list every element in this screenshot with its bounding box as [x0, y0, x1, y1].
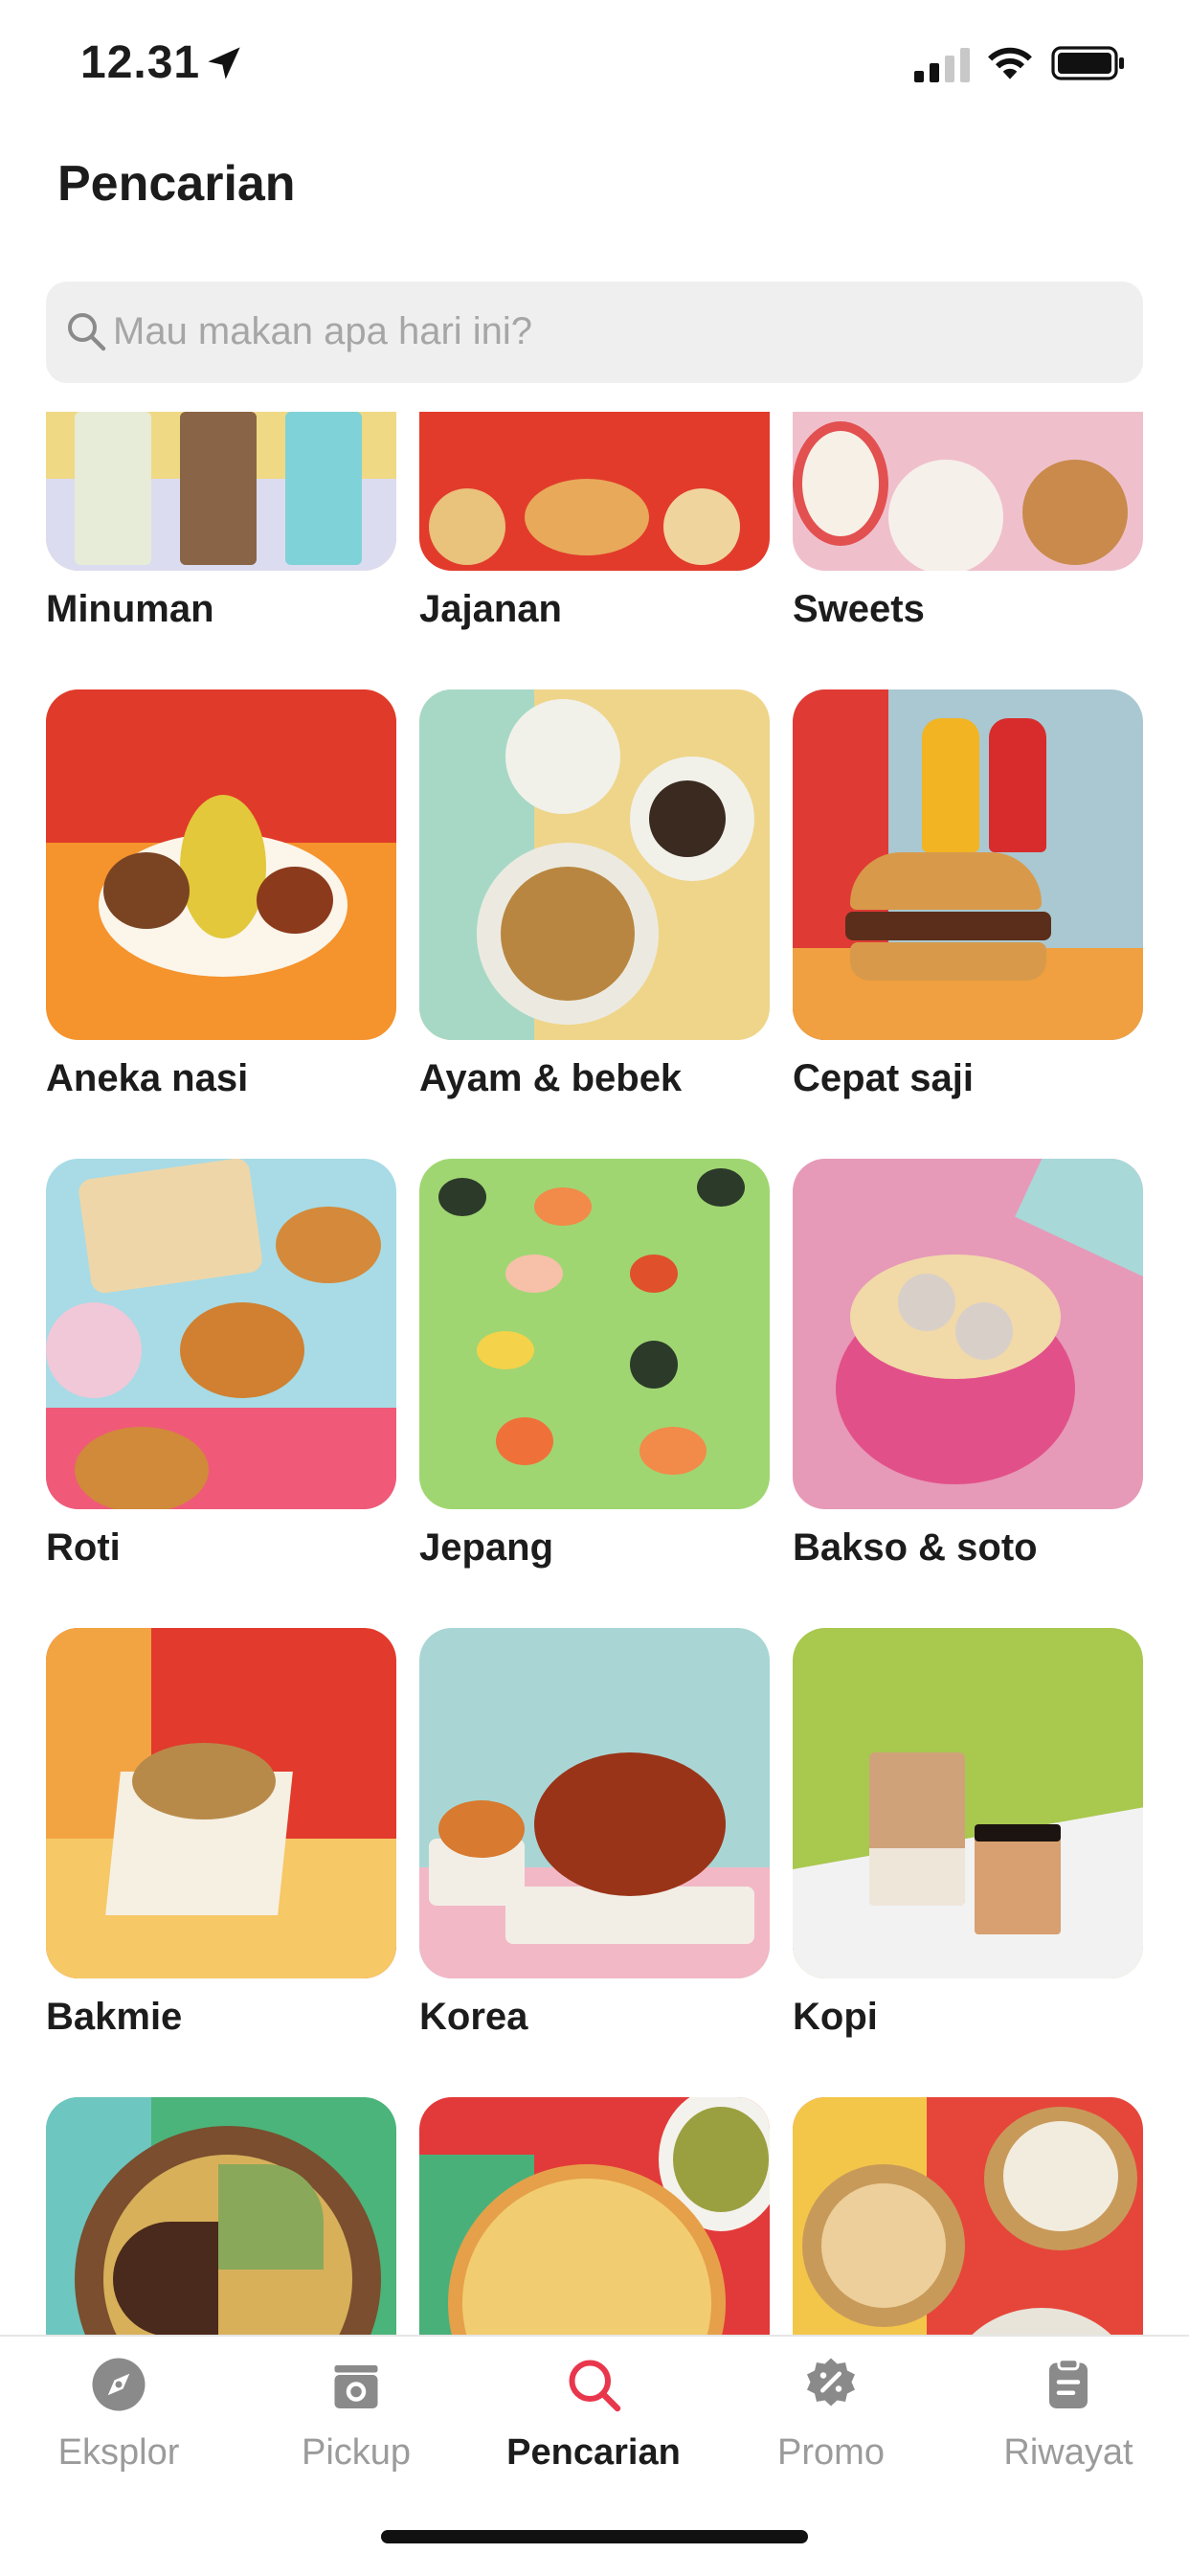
pickup-bag-icon [334, 2365, 378, 2408]
nav-item-promo[interactable]: Promo [712, 2337, 950, 2509]
compass-icon [92, 2358, 146, 2411]
home-indicator [381, 2530, 808, 2543]
category-label: Sweets [793, 588, 925, 630]
kopi-image [793, 1628, 1143, 1978]
jepang-image [419, 1159, 770, 1509]
page-title: Pencarian [57, 156, 296, 212]
bakmie-image [46, 1628, 396, 1978]
bakso-soto-image [793, 1159, 1143, 1509]
category-label: Minuman [46, 588, 214, 630]
category-grid: Minuman Jajanan Sweets Aneka nasi Ayam &… [0, 412, 1189, 2335]
korea-image [419, 1628, 770, 1978]
status-time: 12.31 [80, 37, 201, 88]
jajanan-image [419, 412, 770, 571]
promo-percent-icon [807, 2358, 855, 2407]
category-label: Roti [46, 1526, 121, 1569]
sweets-image [793, 412, 1143, 571]
nav-item-eksplor[interactable]: Eksplor [0, 2337, 237, 2509]
chinese-image [793, 2097, 1143, 2335]
category-label: Bakmie [46, 1996, 183, 2038]
ayam-bebek-image [419, 689, 770, 1040]
cepat-saji-image [793, 689, 1143, 1040]
category-label: Ayam & bebek [419, 1057, 683, 1099]
wifi-icon [988, 47, 1032, 79]
nav-label: Pencarian [506, 2432, 681, 2473]
nav-label: Eksplor [57, 2432, 180, 2473]
category-label: Bakso & soto [793, 1526, 1038, 1569]
pizza-image [419, 2097, 770, 2335]
category-label: Kopi [793, 1996, 878, 2038]
search-input[interactable]: Mau makan apa hari ini? [46, 282, 1143, 383]
category-label: Cepat saji [793, 1057, 974, 1099]
nav-label: Riwayat [1003, 2432, 1133, 2473]
martabak-image [46, 2097, 396, 2335]
status-bar: 12.31 [0, 0, 1189, 134]
search-placeholder: Mau makan apa hari ini? [113, 310, 533, 352]
nav-item-pickup[interactable]: Pickup [237, 2337, 475, 2509]
roti-image [46, 1159, 396, 1509]
category-label: Jajanan [419, 588, 562, 630]
location-arrow-icon [208, 47, 240, 79]
nav-label: Promo [777, 2432, 885, 2473]
battery-icon [1051, 46, 1124, 80]
search-icon [569, 2360, 621, 2412]
aneka-nasi-image [46, 689, 396, 1040]
cellular-signal-icon [914, 48, 970, 82]
category-label: Jepang [419, 1526, 554, 1569]
nav-label: Pickup [301, 2432, 412, 2473]
category-label: Aneka nasi [46, 1057, 249, 1099]
nav-item-pencarian[interactable]: Pencarian [475, 2337, 712, 2509]
nav-item-riwayat[interactable]: Riwayat [950, 2337, 1187, 2509]
category-label: Korea [419, 1996, 528, 2038]
history-clipboard-icon [1049, 2358, 1088, 2408]
minuman-image [46, 412, 396, 571]
search-icon [68, 313, 106, 351]
